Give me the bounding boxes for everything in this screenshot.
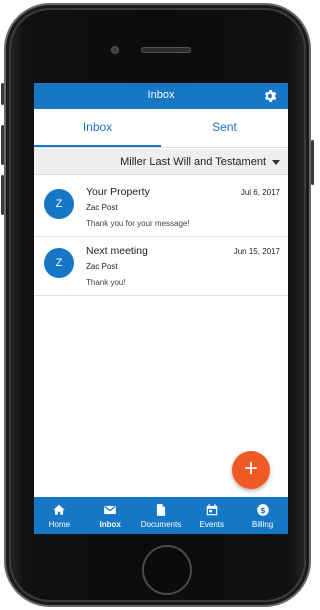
case-filter-label: Miller Last Will and Testament <box>120 156 266 168</box>
document-icon <box>156 504 166 516</box>
avatar: Z <box>44 248 74 278</box>
nav-label: Home <box>48 520 71 529</box>
avatar: Z <box>44 189 74 219</box>
message-preview: Thank you! <box>86 278 126 287</box>
tab-sent[interactable]: Sent <box>161 109 288 147</box>
nav-inbox[interactable]: Inbox <box>85 497 136 534</box>
gear-icon[interactable] <box>262 88 278 104</box>
nav-home[interactable]: Home <box>34 497 85 534</box>
app-screen: Inbox Inbox Sent Miller Last Will and Te… <box>34 83 288 534</box>
message-subject: Next meeting <box>86 245 148 257</box>
calendar-icon <box>206 504 218 516</box>
case-filter-dropdown[interactable]: Miller Last Will and Testament <box>34 149 288 175</box>
nav-events[interactable]: Events <box>186 497 237 534</box>
message-preview: Thank you for your message! <box>86 219 190 228</box>
caret-down-icon <box>272 160 280 165</box>
silent-switch <box>1 83 4 105</box>
message-sender: Zac Post <box>86 262 118 271</box>
dollar-icon: $ <box>256 504 269 516</box>
power-button <box>311 140 314 185</box>
message-date: Jul 6, 2017 <box>240 188 280 197</box>
volume-down-button <box>1 175 4 215</box>
message-sender: Zac Post <box>86 203 118 212</box>
bottom-navigation: Home Inbox Documents Events $ Billing <box>34 497 288 534</box>
nav-billing[interactable]: $ Billing <box>237 497 288 534</box>
page-title: Inbox <box>147 89 175 101</box>
nav-label: Events <box>199 520 225 529</box>
message-date: Jun 15, 2017 <box>233 247 280 256</box>
nav-documents[interactable]: Documents <box>136 497 187 534</box>
home-button[interactable] <box>142 545 192 595</box>
svg-text:$: $ <box>260 505 266 515</box>
nav-label: Billing <box>251 520 274 529</box>
message-item[interactable]: Z Your Property Jul 6, 2017 Zac Post Tha… <box>34 179 288 237</box>
compose-button[interactable]: + <box>232 451 270 489</box>
message-item[interactable]: Z Next meeting Jun 15, 2017 Zac Post Tha… <box>34 238 288 296</box>
home-icon <box>53 504 66 515</box>
front-camera <box>111 46 119 54</box>
message-subject: Your Property <box>86 186 150 198</box>
nav-label: Documents <box>140 520 182 529</box>
app-header: Inbox <box>34 83 288 109</box>
nav-label: Inbox <box>99 520 121 529</box>
earpiece-speaker <box>141 47 191 53</box>
tab-inbox[interactable]: Inbox <box>34 109 161 147</box>
tab-bar: Inbox Sent <box>34 109 288 148</box>
volume-up-button <box>1 125 4 165</box>
mail-icon <box>104 505 117 515</box>
